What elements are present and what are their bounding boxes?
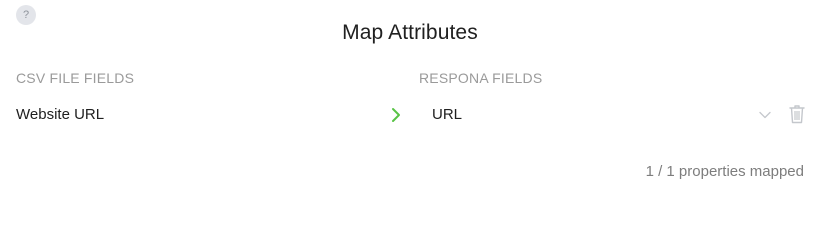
csv-field-label: Website URL	[16, 106, 105, 123]
mapping-row: Website URL URL	[0, 100, 823, 130]
respona-fields-header: RESPONA FIELDS	[419, 70, 543, 86]
respona-field-select[interactable]: URL	[420, 100, 778, 130]
chevron-down-icon	[759, 111, 771, 119]
trash-icon[interactable]	[789, 104, 805, 124]
page-title: Map Attributes	[342, 21, 478, 44]
map-attributes-panel: ? Map Attributes CSV FILE FIELDS RESPONA…	[0, 0, 823, 242]
respona-field-value: URL	[432, 106, 463, 123]
chevron-right-icon	[392, 108, 400, 122]
mapped-count-text: 1 / 1 properties mapped	[645, 163, 804, 180]
csv-fields-header: CSV FILE FIELDS	[16, 70, 135, 86]
